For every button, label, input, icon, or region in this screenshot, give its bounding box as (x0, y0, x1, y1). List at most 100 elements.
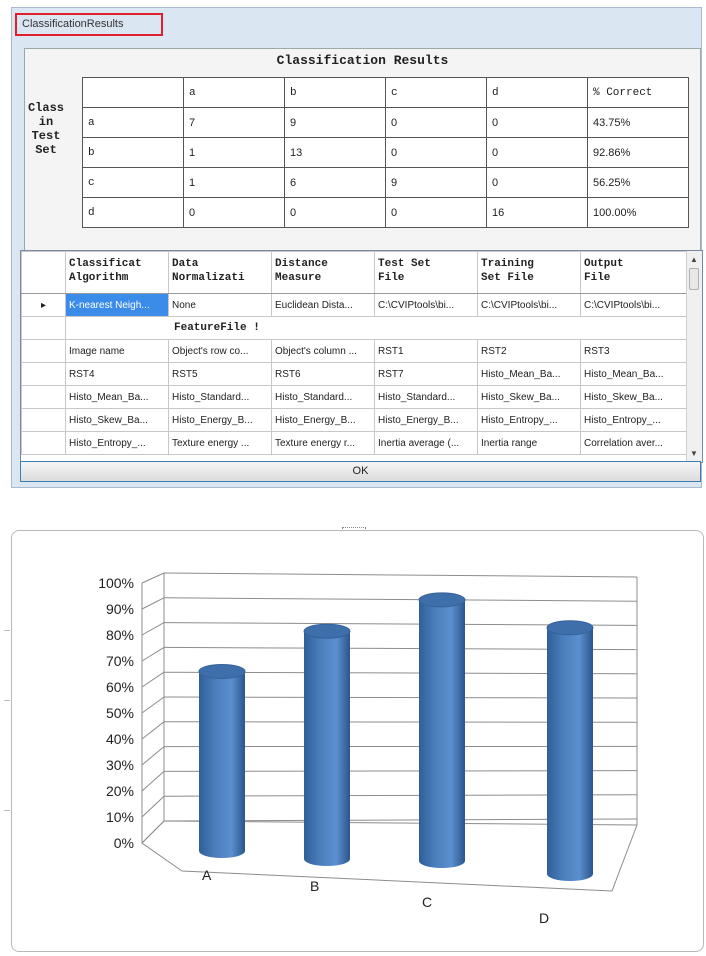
grid-cell[interactable]: C:\CVIPtools\bi... (580, 293, 688, 317)
grid-cell[interactable]: Object's column ... (271, 339, 375, 363)
grid-cell[interactable]: Inertia range (477, 431, 581, 455)
grid-cell[interactable]: Histo_Skew_Ba... (580, 385, 688, 409)
header-line: Measure (275, 272, 322, 284)
grid-cell[interactable]: Histo_Entropy_... (477, 408, 581, 432)
grid-cell[interactable]: Texture energy r... (271, 431, 375, 455)
vertical-scrollbar[interactable]: ▲ ▼ (686, 251, 702, 462)
grid-row[interactable]: RST4 RST5 RST6 RST7 Histo_Mean_Ba... His… (21, 362, 688, 386)
confusion-cell: 0 (486, 107, 588, 138)
grid-cell[interactable]: Histo_Mean_Ba... (65, 385, 169, 409)
grid-row[interactable]: Histo_Mean_Ba... Histo_Standard... Histo… (21, 385, 688, 409)
grid-cell[interactable]: Histo_Skew_Ba... (65, 408, 169, 432)
feature-file-label: FeatureFile ! (65, 316, 688, 340)
grid-cell[interactable]: C:\CVIPtools\bi... (374, 293, 478, 317)
current-row-indicator-icon: ▸ (21, 293, 66, 317)
grid-cell[interactable]: Histo_Energy_B... (168, 408, 272, 432)
bar-top (418, 592, 466, 608)
grid-header-cell[interactable]: Training Set File (477, 251, 581, 294)
grid-header-cell[interactable]: Classificat Algorithm (65, 251, 169, 294)
grid-cell[interactable]: Histo_Energy_B... (271, 408, 375, 432)
confusion-cell: 9 (385, 167, 487, 198)
grid-cell[interactable]: Histo_Entropy_... (65, 431, 169, 455)
scrollbar-thumb[interactable] (689, 268, 699, 290)
scroll-up-arrow-icon[interactable]: ▲ (690, 255, 698, 264)
grid-cell[interactable]: RST1 (374, 339, 478, 363)
grid-header-cell[interactable]: Data Normalizati (168, 251, 272, 294)
confusion-row: c 1 6 9 0 56.25% (82, 167, 689, 198)
x-tick-label: D (539, 910, 549, 926)
grid-line (141, 646, 165, 662)
grid-cell[interactable]: Histo_Mean_Ba... (580, 362, 688, 386)
grid-cell[interactable]: Correlation aver... (580, 431, 688, 455)
confusion-cell: 0 (385, 137, 487, 168)
grid-row[interactable]: Image name Object's row co... Object's c… (21, 339, 688, 363)
grid-header-cell[interactable]: Distance Measure (271, 251, 375, 294)
confusion-cell: d (82, 197, 184, 228)
grid-line (141, 771, 165, 792)
classification-results-panel: Classification Results Class in Test Set… (24, 48, 701, 262)
header-line: File (378, 272, 405, 284)
parameters-data-grid[interactable]: Classificat Algorithm Data Normalizati Dis… (20, 250, 703, 463)
grid-header-cell[interactable]: Output File (580, 251, 688, 294)
confusion-cell: 0 (183, 197, 285, 228)
confusion-cell: 0 (486, 137, 588, 168)
frame-side-tick (4, 810, 10, 811)
y-tick-label: 90% (106, 601, 134, 617)
row-header (21, 316, 66, 340)
grid-cell[interactable]: Histo_Standard... (374, 385, 478, 409)
grid-cell[interactable]: RST7 (374, 362, 478, 386)
grid-cell[interactable]: RST4 (65, 362, 169, 386)
y-tick-label: 20% (106, 783, 134, 799)
bar-top (546, 620, 594, 636)
window-title: ClassificationResults (15, 13, 163, 36)
grid-cell[interactable]: RST6 (271, 362, 375, 386)
grid-cell[interactable]: Histo_Entropy_... (580, 408, 688, 432)
confusion-cell: 13 (284, 137, 386, 168)
ok-button[interactable]: OK (20, 461, 701, 482)
grid-header-cell[interactable]: Test Set File (374, 251, 478, 294)
grid-cell[interactable]: Histo_Skew_Ba... (477, 385, 581, 409)
confusion-cell: 9 (284, 107, 386, 138)
grid-row[interactable]: Histo_Entropy_... Texture energy ... Tex… (21, 431, 688, 455)
grid-cell[interactable]: RST5 (168, 362, 272, 386)
class-in-test-set-label: Class in Test Set (26, 101, 66, 157)
grid-header-row: Classificat Algorithm Data Normalizati Dis… (21, 251, 688, 294)
grid-cell[interactable]: Histo_Mean_Ba... (477, 362, 581, 386)
grid-corner-cell (21, 251, 66, 294)
bar-top (303, 623, 351, 639)
grid-row[interactable]: ▸ K-nearest Neigh... None Euclidean Dist… (21, 293, 688, 317)
y-tick-label: 100% (98, 575, 134, 591)
header-line: Training (481, 258, 534, 270)
confusion-cell: 100.00% (587, 197, 689, 228)
side-label-line: in (38, 115, 54, 129)
grid-row[interactable]: Histo_Skew_Ba... Histo_Energy_B... Histo… (21, 408, 688, 432)
grid-cell[interactable]: Inertia average (... (374, 431, 478, 455)
grid-cell[interactable]: C:\CVIPtools\bi... (477, 293, 581, 317)
grid-row[interactable]: FeatureFile ! (21, 316, 688, 340)
confusion-cell: 0 (284, 197, 386, 228)
grid-cell[interactable]: RST2 (477, 339, 581, 363)
confusion-header-cell: a (183, 77, 285, 108)
grid-cell[interactable]: Histo_Energy_B... (374, 408, 478, 432)
confusion-cell: c (82, 167, 184, 198)
confusion-header-row: a b c d % Correct (82, 77, 689, 108)
grid-cell[interactable]: Texture energy ... (168, 431, 272, 455)
confusion-row: b 1 13 0 0 92.86% (82, 137, 689, 168)
grid-cell[interactable]: Histo_Standard... (168, 385, 272, 409)
grid-cell[interactable]: Image name (65, 339, 169, 363)
bar-top (198, 663, 246, 679)
grid-cell-selected[interactable]: K-nearest Neigh... (65, 293, 169, 317)
confusion-header-cell: b (284, 77, 386, 108)
scroll-down-arrow-icon[interactable]: ▼ (690, 449, 698, 458)
header-line: Classificat (69, 258, 142, 270)
grid-cell[interactable]: Object's row co... (168, 339, 272, 363)
confusion-cell: 92.86% (587, 137, 689, 168)
grid-cell[interactable]: Euclidean Dista... (271, 293, 375, 317)
frame-side-tick (4, 700, 10, 701)
confusion-row: a 7 9 0 0 43.75% (82, 107, 689, 138)
grid-cell[interactable]: Histo_Standard... (271, 385, 375, 409)
grid-cell[interactable]: RST3 (580, 339, 688, 363)
confusion-row: d 0 0 0 16 100.00% (82, 197, 689, 228)
grid-cell[interactable]: None (168, 293, 272, 317)
confusion-header-cell: c (385, 77, 487, 108)
